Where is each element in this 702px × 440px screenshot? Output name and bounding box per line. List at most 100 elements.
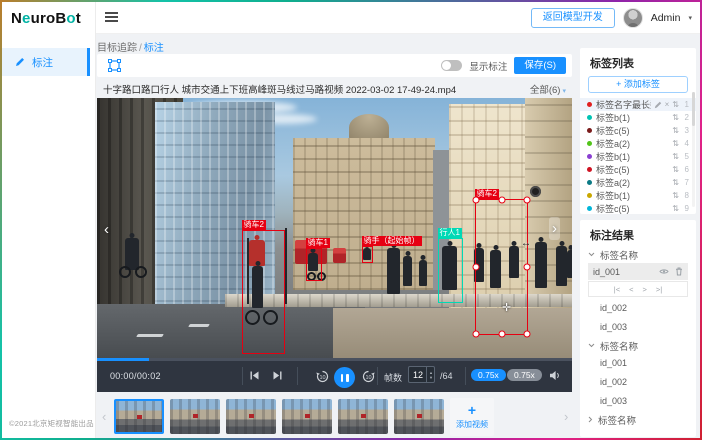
avatar[interactable]: [623, 8, 643, 28]
scene-sidewalk: [333, 308, 572, 358]
scene-lane-mark: [188, 324, 210, 327]
add-label-button[interactable]: + 添加标签: [588, 76, 688, 93]
label-row[interactable]: 标签b(1) ⇅ 8: [580, 189, 696, 202]
player-controls: 00:00/00:02 10 10 帧数 ▴▾ /64 0.75x 0.75x: [97, 358, 572, 392]
result-group-header[interactable]: 标签名称: [580, 246, 696, 263]
label-row[interactable]: 标签a(2) ⇅ 4: [580, 137, 696, 150]
show-annotation-toggle[interactable]: [441, 60, 462, 71]
screen-frame: NeuroBot 标注 ©2021北京矩视智能出品 返回模型开发 Admin ▾…: [0, 0, 702, 440]
label-row[interactable]: 标签a(2) ⇅ 7: [580, 176, 696, 189]
label-row[interactable]: 标签b(1) ⇅ 2: [580, 111, 696, 124]
edit-icon[interactable]: [654, 101, 662, 109]
video-canvas[interactable]: 骑车2 骑车1 骑手（起始帧） 行人1 骑车2 ↔ ✛ ‹ ›: [97, 98, 572, 358]
result-item[interactable]: id_003: [580, 318, 696, 337]
replay-10-button[interactable]: 10: [315, 369, 330, 384]
scene-lane-mark: [136, 334, 164, 337]
resize-handle[interactable]: [524, 264, 531, 271]
logo-part: t: [76, 10, 81, 27]
result-item[interactable]: id_002: [580, 299, 696, 318]
sort-icon[interactable]: ⇅: [672, 153, 679, 161]
page-next-button[interactable]: >: [643, 285, 647, 294]
page-prev-button[interactable]: <: [629, 285, 633, 294]
speed-active-badge[interactable]: 0.75x: [471, 369, 506, 381]
sort-icon[interactable]: ⇅: [672, 205, 679, 213]
page-first-button[interactable]: |<: [614, 285, 620, 294]
film-thumbnail[interactable]: [338, 399, 388, 434]
forward-10-button[interactable]: 10: [361, 369, 376, 384]
sidebar-item-annotate[interactable]: 标注: [2, 48, 90, 76]
sort-icon[interactable]: ⇅: [672, 101, 679, 109]
svg-text:10: 10: [319, 375, 325, 381]
resize-handle[interactable]: [524, 331, 531, 338]
eye-icon[interactable]: [659, 268, 669, 275]
user-name[interactable]: Admin: [651, 12, 681, 24]
sort-icon[interactable]: ⇅: [672, 192, 679, 200]
sort-icon[interactable]: ⇅: [672, 140, 679, 148]
result-group-header[interactable]: 标签名称: [580, 411, 696, 428]
scene-bus: [333, 248, 346, 263]
resize-handle[interactable]: [473, 197, 480, 204]
annotation-box[interactable]: 骑车1: [306, 248, 322, 281]
annotation-box[interactable]: 骑车2: [242, 230, 285, 354]
bbox-tool-icon[interactable]: [107, 58, 122, 73]
label-row[interactable]: 标签名字最长数... × ⇅ 1: [580, 98, 696, 111]
film-thumbnail[interactable]: [282, 399, 332, 434]
result-item[interactable]: id_001: [580, 354, 696, 373]
result-group-header[interactable]: 标签名称: [580, 337, 696, 354]
resize-handle[interactable]: [498, 331, 505, 338]
next-frame-button[interactable]: [272, 370, 283, 381]
annotation-box[interactable]: 行人1: [438, 238, 463, 303]
filmstrip-next-chevron[interactable]: ›: [564, 409, 568, 424]
scene-pedestrian: [556, 246, 567, 286]
sort-icon[interactable]: ⇅: [672, 127, 679, 135]
label-row[interactable]: 标签b(1) ⇅ 5: [580, 150, 696, 163]
save-button[interactable]: 保存(S): [514, 57, 566, 74]
label-row[interactable]: 标签c(5) ⇅ 6: [580, 163, 696, 176]
label-color-dot: [587, 206, 592, 211]
next-frame-chevron[interactable]: ›: [549, 217, 560, 240]
annotation-box[interactable]: 骑手（起始帧）: [362, 246, 373, 263]
speed-inactive-badge[interactable]: 0.75x: [507, 369, 542, 381]
resize-handle[interactable]: [498, 197, 505, 204]
label-row[interactable]: 标签c(5) ⇅ 3: [580, 124, 696, 137]
sort-icon[interactable]: ⇅: [672, 179, 679, 187]
menu-collapse-icon[interactable]: [105, 12, 118, 23]
breadcrumb-parent[interactable]: 目标追踪: [97, 43, 137, 54]
volume-icon[interactable]: [549, 370, 561, 381]
page-last-button[interactable]: >|: [656, 285, 662, 294]
result-item-selected[interactable]: id_001: [588, 263, 688, 280]
result-pagination: |< < > >|: [588, 281, 688, 297]
resize-handle[interactable]: [473, 264, 480, 271]
scrollbar[interactable]: [692, 92, 695, 207]
chevron-down-icon: ▾: [688, 14, 692, 22]
result-item[interactable]: id_002: [580, 373, 696, 392]
progress-bar[interactable]: [97, 358, 572, 361]
topbar: 返回模型开发 Admin ▾: [95, 2, 700, 34]
label-row[interactable]: 标签c(5) ⇅ 9: [580, 202, 696, 215]
film-thumbnail[interactable]: [226, 399, 276, 434]
prev-frame-button[interactable]: [249, 370, 260, 381]
trash-icon[interactable]: [675, 267, 683, 276]
sort-icon[interactable]: ⇅: [672, 114, 679, 122]
annotation-label: 骑车2: [242, 220, 266, 230]
prev-frame-chevron[interactable]: ‹: [104, 222, 109, 237]
filmstrip-prev-chevron[interactable]: ‹: [102, 409, 106, 424]
filter-dropdown[interactable]: 全部(6)▾: [530, 82, 566, 96]
result-item[interactable]: id_003: [580, 392, 696, 411]
film-thumbnail[interactable]: [170, 399, 220, 434]
delete-icon[interactable]: ×: [665, 101, 670, 109]
video-title: 十字路口路口行人 城市交通上下班高峰斑马线过马路视频 2022-03-02 17…: [103, 82, 456, 96]
sort-icon[interactable]: ⇅: [672, 166, 679, 174]
pause-button[interactable]: [334, 367, 355, 388]
divider: [465, 367, 466, 385]
label-color-dot: [587, 167, 592, 172]
annotation-box-selected[interactable]: 骑车2: [475, 199, 528, 335]
frame-stepper[interactable]: ▴▾: [426, 367, 435, 382]
resize-handle[interactable]: [524, 197, 531, 204]
resize-handle[interactable]: [473, 331, 480, 338]
back-to-model-dev-button[interactable]: 返回模型开发: [531, 8, 615, 28]
annotation-toolbar: 显示标注 保存(S): [97, 54, 572, 77]
add-video-button[interactable]: + 添加视频: [450, 398, 494, 436]
film-thumbnail[interactable]: [394, 399, 444, 434]
film-thumbnail-selected[interactable]: [114, 399, 164, 434]
